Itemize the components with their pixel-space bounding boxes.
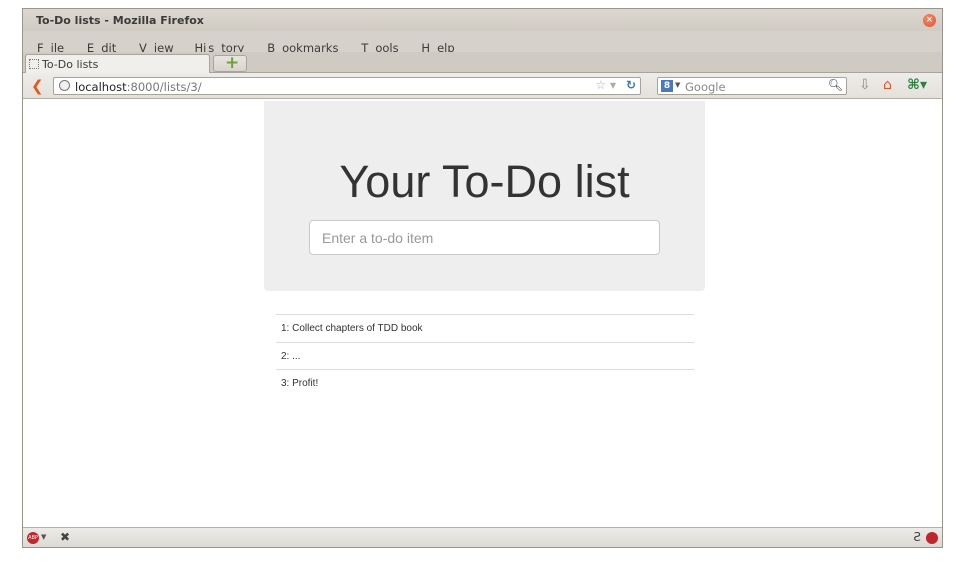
search-engine-dropdown-icon[interactable]: ▼	[675, 81, 680, 89]
home-icon[interactable]: ⌂	[883, 77, 892, 93]
title-bar: To-Do lists - Mozilla Firefox ×	[23, 9, 942, 31]
close-x-icon[interactable]: ✖	[60, 530, 70, 544]
new-item-input[interactable]	[309, 220, 660, 255]
header-panel: Your To-Do list	[264, 101, 705, 291]
globe-icon	[59, 80, 70, 91]
browser-window: To-Do lists - Mozilla Firefox × File Edi…	[22, 8, 943, 548]
page-icon	[29, 59, 39, 69]
table-row: 3: Profit!	[276, 369, 694, 397]
url-bar[interactable]: localhost:8000/lists/3/ ☆ ▾ ↻	[53, 77, 641, 95]
close-window-button[interactable]: ×	[923, 14, 936, 27]
new-tab-button[interactable]	[213, 53, 247, 73]
google-icon[interactable]: 8	[661, 80, 673, 92]
download-icon[interactable]: ⇩	[859, 77, 871, 93]
bookmark-star-icon[interactable]: ☆ ▾	[595, 78, 616, 92]
menu-bar: File Edit View Hi s tory Bookmarks Tools H…	[23, 31, 942, 55]
page-heading: Your To-Do list	[339, 156, 630, 207]
tab-todo-lists[interactable]: To-Do lists	[25, 54, 210, 73]
table-row: 2: ...	[276, 341, 694, 370]
reload-icon[interactable]: ↻	[626, 78, 636, 92]
addon-icon[interactable]: ⌘▾	[907, 77, 927, 93]
table-row: 1: Collect chapters of TDD book	[276, 314, 694, 342]
s-icon[interactable]: Ƨ	[913, 530, 921, 544]
adblock-dropdown-icon[interactable]: ▼	[41, 533, 46, 541]
search-placeholder: Google	[685, 80, 726, 94]
search-bar[interactable]: 8 ▼ Google 🔍︎	[657, 77, 847, 95]
todo-table: 1: Collect chapters of TDD book 2: ... 3…	[276, 314, 694, 397]
stop-icon[interactable]	[926, 532, 938, 544]
search-icon[interactable]: 🔍︎	[828, 78, 843, 92]
tab-label: To-Do lists	[42, 58, 99, 71]
status-bar: ABP ▼ ✖ Ƨ	[23, 527, 942, 547]
navigation-bar: ❮ localhost:8000/lists/3/ ☆ ▾ ↻ 8 ▼ Goog…	[23, 73, 942, 99]
window-title: To-Do lists - Mozilla Firefox	[36, 14, 204, 27]
tab-bar: To-Do lists	[23, 52, 942, 73]
adblock-icon[interactable]: ABP	[27, 532, 39, 544]
back-icon[interactable]: ❮	[31, 77, 44, 95]
page-content: Your To-Do list 1: Collect chapters of T…	[23, 100, 942, 528]
url-text[interactable]: localhost:8000/lists/3/	[75, 80, 202, 94]
